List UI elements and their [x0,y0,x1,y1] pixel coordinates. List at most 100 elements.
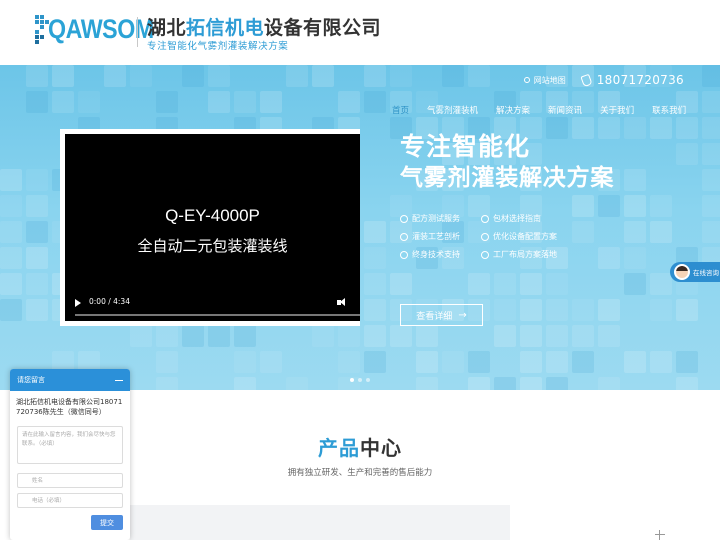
phone-input[interactable] [17,493,123,508]
background-tile [208,65,230,87]
background-tile [260,91,282,113]
logo-icon[interactable] [35,15,49,49]
carousel-dots [350,378,374,382]
phone-number[interactable]: 18071720736 [580,73,684,87]
view-details-label: 查看详细 [416,311,453,322]
feature-label: 优化设备配置方案 [493,232,557,241]
background-tile [676,143,698,165]
background-tile [572,351,594,373]
background-tile [338,91,360,113]
background-tile [390,325,412,347]
company-name-part2: 设备有限公司 [264,17,382,39]
background-tile [520,377,542,390]
background-tile [650,221,672,243]
background-tile [546,377,568,390]
slogan: 专注智能化气雾剂灌装解决方案 [147,41,289,52]
video-progress-bar[interactable] [75,314,360,316]
top-contact-bar: 网站地图 18071720736 [523,73,684,87]
background-tile [26,247,48,269]
background-tile [234,377,256,390]
background-tile [0,273,22,295]
carousel-dot-2[interactable] [358,378,362,382]
check-circle-icon [481,214,489,223]
feature-list: 配方测试服务 包材选择指南 灌装工艺剖析 优化设备配置方案 终身技术支持 工厂布… [400,213,590,267]
nav-item-solutions[interactable]: 解决方案 [496,104,530,116]
product-title-accent: 产品 [318,436,360,460]
check-circle-icon [400,214,408,223]
background-tile [546,273,568,295]
product-video[interactable]: Q-EY-4000P 全自动二元包装灌装线 0:00 / 4:34 [60,129,360,326]
background-tile [26,195,48,217]
background-tile [572,325,594,347]
background-tile [364,65,386,87]
background-tile [234,325,256,347]
message-panel-title: 请您留言 [17,376,45,384]
background-tile [676,117,698,139]
background-tile [26,91,48,113]
background-tile [702,91,720,113]
background-tile [546,325,568,347]
leave-message-panel: 请您留言 湖北拓信机电设备有限公司18071720736陈先生（微信同号） 提交 [10,369,130,540]
background-tile [624,169,646,191]
background-tile [468,65,490,87]
background-tile [234,351,256,373]
background-tile [624,351,646,373]
background-tile [650,351,672,373]
background-tile [364,91,386,113]
carousel-dot-1[interactable] [350,378,354,382]
phone-icon [580,73,593,87]
background-tile [598,299,620,321]
view-details-button[interactable]: 查看详细 → [400,304,483,326]
background-tile [182,325,204,347]
feature-label: 工厂布局方案落地 [493,250,557,259]
online-service-label: 在线咨询 [693,269,719,277]
hero-headline-line2: 气雾剂灌装解决方案 [400,165,615,191]
feature-label: 终身技术支持 [412,250,460,259]
feature-label: 配方测试服务 [412,214,460,223]
background-tile [598,377,620,390]
background-tile [0,169,22,191]
background-tile [598,247,620,269]
background-tile [52,65,74,87]
nav-item-contact[interactable]: 联系我们 [652,104,686,116]
name-input[interactable] [17,473,123,488]
background-tile [156,351,178,373]
carousel-dot-3[interactable] [366,378,370,382]
nav-item-news[interactable]: 新闻资讯 [548,104,582,116]
background-tile [286,65,308,87]
play-icon[interactable] [75,299,81,307]
background-tile [390,273,412,295]
minimize-icon[interactable] [115,379,123,381]
background-tile [130,325,152,347]
feature-label: 包材选择指南 [493,214,541,223]
background-tile [312,65,334,87]
nav-item-home[interactable]: 首页 [392,104,409,116]
company-name-part1: 湖北 [147,17,187,39]
feature-item: 包材选择指南 [481,213,563,224]
background-tile [52,91,74,113]
background-tile [234,91,256,113]
online-service-button[interactable]: 在线咨询 [670,262,720,282]
background-tile [208,325,230,347]
video-title-model: Q-EY-4000P [165,206,260,225]
background-tile [338,325,360,347]
background-tile [156,91,178,113]
phone-text: 18071720736 [596,73,684,87]
background-tile [312,325,334,347]
product-category-strip [130,505,510,540]
volume-icon[interactable] [337,298,346,307]
background-tile [702,117,720,139]
nav-item-about[interactable]: 关于我们 [600,104,634,116]
background-tile [364,351,386,373]
background-tile [468,351,490,373]
background-tile [650,117,672,139]
background-tile [546,351,568,373]
submit-button[interactable]: 提交 [91,515,123,530]
nav-item-aerosol-filling-machine[interactable]: 气雾剂灌装机 [427,104,478,116]
background-tile [598,195,620,217]
background-tile [104,65,126,87]
background-tile [364,299,386,321]
message-content-input[interactable] [17,426,123,464]
background-tile [130,65,152,87]
sitemap-link[interactable]: 网站地图 [523,75,566,86]
